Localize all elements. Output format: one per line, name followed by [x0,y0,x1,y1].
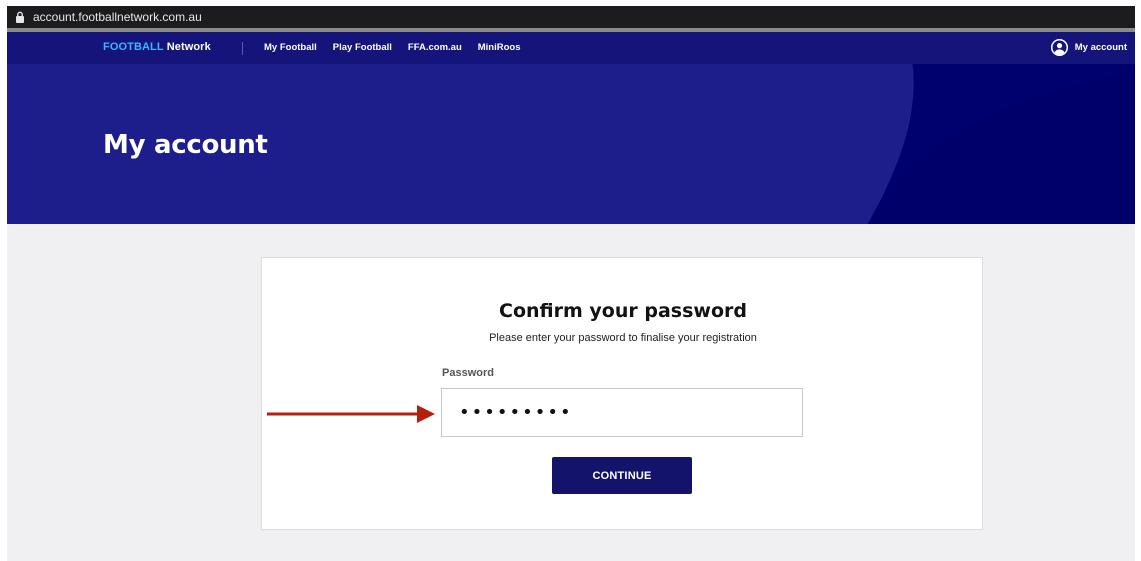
my-account-button[interactable]: My account [1050,39,1127,56]
lock-icon [15,11,27,23]
password-field[interactable] [441,388,803,437]
nav-links: My Football Play Football FFA.com.au Min… [264,42,537,53]
password-label: Password [442,367,494,379]
browser-url-bar[interactable]: account.footballnetwork.com.au [7,6,1135,32]
user-circle-icon [1050,39,1068,56]
nav-link-miniroos[interactable]: MiniRoos [478,42,521,53]
confirm-password-card: Confirm your password Please enter your … [261,257,983,530]
page-title: My account [103,130,268,160]
top-nav: FOOTBALL Network My Football Play Footbal… [7,32,1135,64]
my-account-label: My account [1074,42,1127,53]
nav-link-play-football[interactable]: Play Football [333,42,392,53]
nav-link-ffa[interactable]: FFA.com.au [408,42,462,53]
continue-button[interactable]: CONTINUE [552,457,692,494]
nav-divider [242,42,243,55]
brand-logo-secondary: Network [166,41,211,53]
brand-logo-primary: FOOTBALL [103,41,164,53]
hero-banner: My account [7,64,1135,224]
url-text[interactable]: account.footballnetwork.com.au [33,10,202,24]
card-title: Confirm your password [499,300,747,322]
page: account.footballnetwork.com.au FOOTBALL N… [7,6,1135,561]
annotation-arrow-icon [267,405,435,423]
card-subtitle: Please enter your password to finalise y… [489,332,757,344]
nav-link-my-football[interactable]: My Football [264,42,317,53]
brand-logo[interactable]: FOOTBALL Network [103,41,211,53]
